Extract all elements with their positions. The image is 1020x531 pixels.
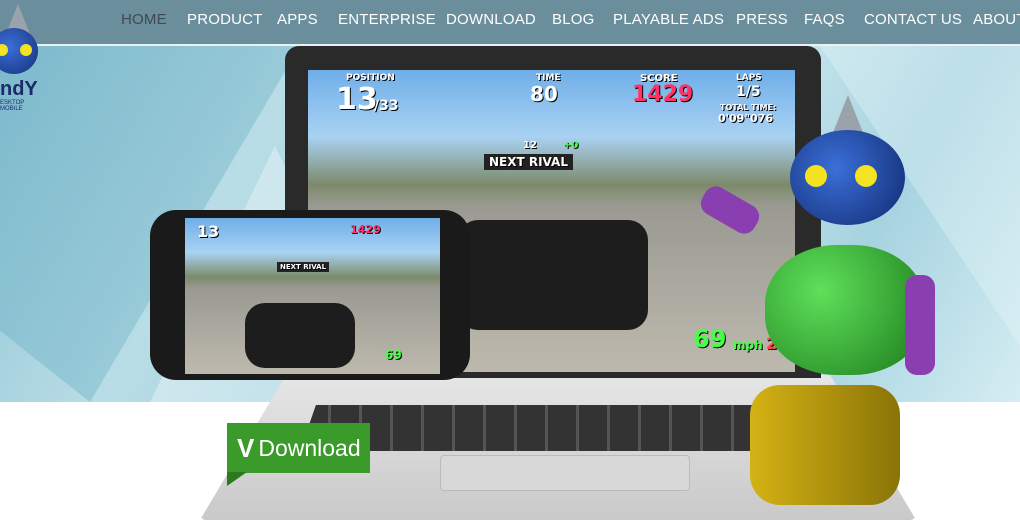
time-value: 80 <box>530 82 558 106</box>
logo-robot-eye <box>20 44 32 56</box>
phone-score: 1429 <box>350 223 381 236</box>
nav-download[interactable]: DOWNLOAD <box>446 11 536 28</box>
logo-subtitle: ESKTOP MOBILE <box>0 100 25 112</box>
nav-faqs[interactable]: FAQS <box>804 11 845 28</box>
race-car <box>458 220 648 330</box>
nav-product[interactable]: PRODUCT <box>187 11 263 28</box>
laptop-trackpad <box>440 455 690 491</box>
position-total: /33 <box>374 98 399 114</box>
nav-contact-us[interactable]: CONTACT US <box>864 11 962 28</box>
phone-game-screen: 13 1429 NEXT RIVAL 69 <box>185 218 440 374</box>
robot-eye <box>805 165 827 187</box>
robot-arm <box>905 275 935 375</box>
nav-apps[interactable]: APPS <box>277 11 318 28</box>
nav-press[interactable]: PRESS <box>736 11 788 28</box>
rival-laps: +0 <box>563 140 579 151</box>
robot-body <box>765 245 925 375</box>
laps-label: LAPS <box>736 73 762 83</box>
nav-about[interactable]: ABOUT <box>973 11 1020 28</box>
nav-home[interactable]: HOME <box>121 11 167 28</box>
phone-race-car <box>245 303 355 368</box>
site-logo[interactable]: ndY ESKTOP MOBILE <box>0 0 45 112</box>
nav-enterprise[interactable]: ENTERPRISE <box>338 11 436 28</box>
next-rival-label: NEXT RIVAL <box>484 154 573 170</box>
download-button[interactable]: V Download <box>227 423 370 473</box>
nav-playable-ads[interactable]: PLAYABLE ADS <box>613 11 724 28</box>
phone-position: 13 <box>197 222 220 241</box>
robot-mascot <box>696 95 950 520</box>
phone-next-rival: NEXT RIVAL <box>277 262 330 272</box>
download-button-tail <box>227 472 247 486</box>
top-navigation: HOME PRODUCT APPS ENTERPRISE DOWNLOAD BL… <box>0 0 1020 46</box>
robot-legs <box>750 385 900 505</box>
rival-position: 12 <box>523 140 537 151</box>
position-value: 13 <box>336 82 378 117</box>
nav-blog[interactable]: BLOG <box>552 11 594 28</box>
v-logo-icon: V <box>237 432 255 463</box>
phone-speed: 69 <box>385 348 402 362</box>
robot-arm <box>696 182 764 238</box>
score-value: 1429 <box>632 82 694 107</box>
download-label: Download <box>258 434 361 461</box>
logo-text: ndY <box>0 78 38 100</box>
robot-eye <box>855 165 877 187</box>
